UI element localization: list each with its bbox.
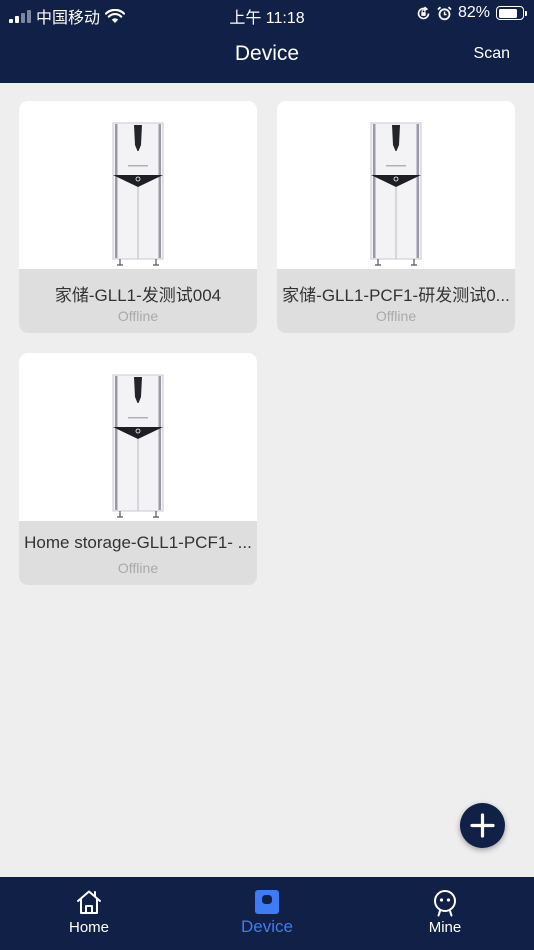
add-device-button[interactable]: [460, 803, 505, 848]
tab-home[interactable]: Home: [29, 877, 149, 950]
device-image: [19, 101, 257, 269]
device-icon: [255, 890, 279, 914]
alarm-icon: [437, 6, 452, 20]
device-status: Offline: [117, 308, 159, 324]
plus-icon: [470, 813, 495, 838]
device-name: Home storage-GLL1-PCF1- ...: [24, 533, 252, 552]
device-name: 家储-GLL1-发测试004: [54, 286, 222, 305]
energy-storage-device-image: [370, 122, 422, 266]
robot-face-icon: [434, 890, 456, 917]
device-status: Offline: [375, 308, 417, 324]
tab-device-label: Device: [241, 917, 293, 936]
app-header: 中国移动 上午 11:18 82% Device Scan: [0, 0, 534, 83]
battery-icon: [496, 6, 527, 20]
battery-percent: 82%: [457, 4, 490, 21]
device-card[interactable]: 家储-GLL1-PCF1-研发测试0... Offline: [277, 101, 515, 333]
device-card[interactable]: 家储-GLL1-发测试004 Offline: [19, 101, 257, 333]
scan-button[interactable]: Scan: [474, 45, 510, 63]
energy-storage-device-image: [112, 122, 164, 266]
home-icon: [77, 890, 101, 914]
status-bar: 中国移动 上午 11:18 82%: [0, 0, 534, 30]
tab-mine-label: Mine: [428, 919, 462, 936]
status-right: 82%: [416, 4, 527, 22]
page-title: Device: [234, 42, 300, 65]
device-image: [19, 353, 257, 521]
device-image: [277, 101, 515, 269]
device-status: Offline: [117, 560, 159, 576]
device-name: 家储-GLL1-PCF1-研发测试0...: [282, 286, 510, 305]
orientation-lock-icon: [417, 5, 430, 19]
battery-level: [498, 8, 518, 18]
tab-home-label: Home: [68, 919, 109, 936]
device-card[interactable]: Home storage-GLL1-PCF1- ... Offline: [19, 353, 257, 585]
bottom-tab-bar: Home Device Mine: [0, 877, 534, 950]
energy-storage-device-image: [112, 374, 164, 518]
tab-mine[interactable]: Mine: [385, 877, 505, 950]
tab-device[interactable]: Device: [207, 877, 327, 950]
